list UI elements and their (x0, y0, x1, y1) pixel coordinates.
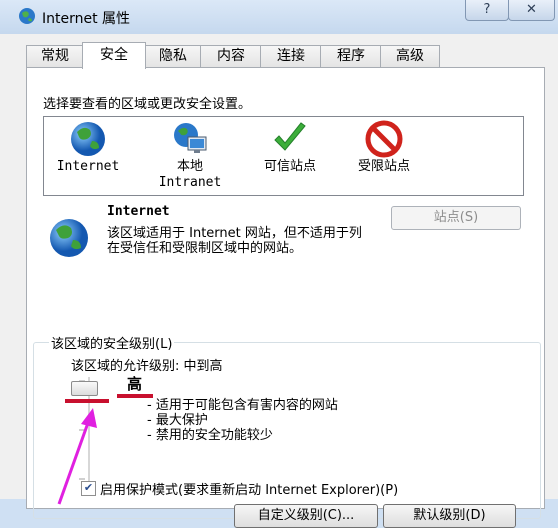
protected-mode-checkbox[interactable]: ✔ (81, 481, 96, 496)
zone-restricted-sites[interactable]: 受限站点 (344, 119, 424, 175)
security-level-name: 高 (127, 375, 143, 393)
zone-list: Internet 本地 Intranet 可信站点 受限站点 (43, 116, 524, 196)
tab-security[interactable]: 安全 (82, 42, 146, 69)
level-bullet: - 禁用的安全功能较少 (147, 428, 273, 443)
protected-mode-label: 启用保护模式(要求重新启动 Internet Explorer)(P) (100, 483, 399, 498)
globe-icon (71, 122, 105, 156)
selected-zone-globe-icon (50, 219, 88, 257)
security-slider-thumb[interactable] (71, 381, 98, 396)
zone-label-internet: Internet (56, 159, 120, 174)
zone-label-intranet-1: 本地 (176, 159, 203, 174)
zone-label-trusted: 可信站点 (263, 159, 316, 174)
allowed-levels-text: 该区域的允许级别: 中到高 (71, 359, 223, 374)
zone-local-intranet[interactable]: 本地 Intranet (150, 119, 230, 191)
annotation-red-line-slider (65, 399, 109, 403)
tab-privacy[interactable]: 隐私 (144, 45, 202, 68)
selected-zone-title: Internet (107, 204, 170, 219)
ie-globe-icon (19, 8, 35, 24)
zone-label-restricted: 受限站点 (357, 159, 410, 174)
close-button[interactable]: ✕ (508, 0, 555, 21)
level-bullet: - 最大保护 (147, 413, 208, 428)
zone-trusted-sites[interactable]: 可信站点 (250, 119, 330, 175)
dialog-body: 常规 安全 隐私 内容 连接 程序 高级 选择要查看的区域或更改安全设置。 In… (0, 34, 558, 528)
custom-level-button[interactable]: 自定义级别(C)... (234, 504, 378, 528)
level-bullet: - 适用于可能包含有害内容的网站 (147, 398, 338, 413)
security-level-description: - 适用于可能包含有害内容的网站 - 最大保护 - 禁用的安全功能较少 (147, 398, 338, 443)
tab-general[interactable]: 常规 (26, 45, 84, 68)
zone-label-intranet-2: Intranet (158, 175, 222, 190)
sites-button[interactable]: 站点(S) (391, 206, 521, 230)
default-level-button[interactable]: 默认级别(D) (383, 504, 516, 528)
title-bar: Internet 属性 ? ✕ (0, 0, 558, 34)
zone-prompt: 选择要查看的区域或更改安全设置。 (43, 97, 252, 112)
annotation-arrow-icon (57, 408, 97, 505)
tab-advanced[interactable]: 高级 (380, 45, 440, 68)
tab-programs[interactable]: 程序 (320, 45, 382, 68)
zone-internet[interactable]: Internet (48, 119, 128, 175)
intranet-icon (174, 123, 207, 153)
security-level-legend: 该区域的安全级别(L) (49, 333, 175, 352)
no-entry-icon (365, 120, 403, 158)
checkmark-icon (274, 122, 306, 151)
selected-zone-description: 该区域适用于 Internet 网站，但不适用于列在受信任和受限制区域中的网站。 (107, 226, 362, 256)
window-title: Internet 属性 (42, 11, 131, 27)
tab-content[interactable]: 内容 (200, 45, 262, 68)
help-button[interactable]: ? (465, 0, 509, 21)
security-panel: 选择要查看的区域或更改安全设置。 Internet 本地 Intranet 可信… (26, 67, 545, 528)
tab-connections[interactable]: 连接 (260, 45, 322, 68)
